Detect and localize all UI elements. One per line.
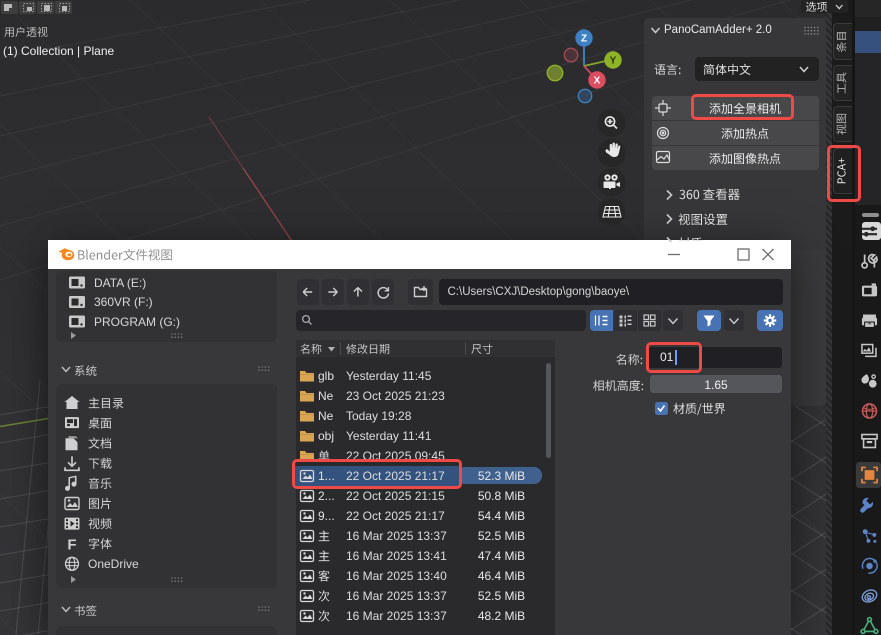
- svg-text:X: X: [594, 76, 601, 87]
- svg-text:F: F: [67, 537, 76, 554]
- svg-text:Y: Y: [610, 56, 617, 67]
- svg-text:Z: Z: [581, 34, 587, 45]
